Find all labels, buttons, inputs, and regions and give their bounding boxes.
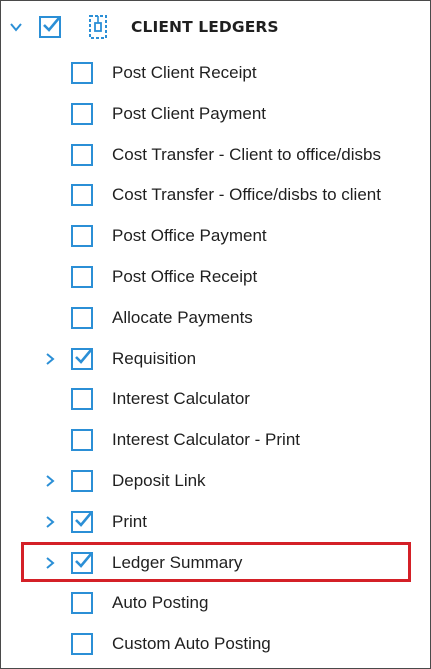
tree-item[interactable]: Cost Transfer - Client to office/disbs	[1, 135, 430, 175]
chevron-right-icon[interactable]	[43, 474, 57, 488]
tree-item-label: Cost Transfer - Client to office/disbs	[112, 144, 381, 164]
checkbox-unchecked[interactable]	[71, 633, 93, 656]
tree-item[interactable]: Print	[1, 502, 430, 542]
tree-item[interactable]: Auto Posting	[1, 583, 430, 623]
checkbox-unchecked[interactable]	[71, 225, 93, 248]
permissions-tree: CLIENT LEDGERS Post Client Receipt Post C…	[0, 0, 431, 669]
tree-item-label: Post Office Receipt	[112, 267, 258, 286]
tree-item-label: Allocate Payments	[112, 307, 253, 327]
tree-item[interactable]: Custom Auto Posting	[1, 624, 430, 664]
tree-item[interactable]: Post Client Payment	[1, 94, 430, 134]
checkbox-checked[interactable]	[71, 347, 93, 370]
tree-item-label: Deposit Link	[112, 471, 206, 490]
checkbox-unchecked[interactable]	[71, 429, 93, 452]
tree-item-label: Cost Transfer - Office/disbs to client	[112, 185, 381, 205]
tree-item-label: Interest Calculator - Print	[112, 430, 301, 450]
checkbox-unchecked[interactable]	[71, 62, 93, 84]
tree-item[interactable]: Post Office Payment	[1, 216, 430, 256]
tree-item[interactable]: Post Office Receipt	[1, 257, 430, 297]
module-icon	[87, 14, 109, 40]
chevron-right-icon[interactable]	[43, 515, 57, 529]
checkbox-checked[interactable]	[71, 551, 93, 574]
checkbox-unchecked[interactable]	[71, 306, 93, 329]
tree-root-client-ledgers[interactable]: CLIENT LEDGERS	[1, 7, 430, 47]
checkbox-unchecked[interactable]	[71, 470, 93, 492]
checkbox-unchecked[interactable]	[71, 102, 93, 125]
tree-item-label: Requisition	[112, 348, 197, 368]
tree-item[interactable]: Allocate Payments	[1, 298, 430, 338]
tree-root-label: CLIENT LEDGERS	[131, 18, 279, 36]
tree-item-label: Auto Posting	[112, 593, 209, 613]
tree-item[interactable]: Requisition	[1, 339, 430, 379]
tree-item-label: Post Client Payment	[112, 103, 267, 123]
checkbox-unchecked[interactable]	[71, 388, 93, 411]
checkbox-unchecked[interactable]	[71, 143, 93, 166]
tree-item-label: Ledger Summary	[112, 552, 243, 572]
tree-item-label: Interest Calculator	[112, 389, 250, 409]
checkbox-unchecked[interactable]	[71, 184, 93, 207]
tree-item-label: Post Client Receipt	[112, 63, 257, 82]
tree-item[interactable]: Deposit Link	[1, 461, 430, 501]
chevron-down-icon[interactable]	[9, 20, 23, 34]
checkbox-checked[interactable]	[71, 510, 93, 533]
tree-item-label: Post Office Payment	[112, 226, 267, 246]
chevron-right-icon[interactable]	[43, 556, 57, 570]
tree-item[interactable]: Post Client Receipt	[1, 53, 430, 93]
tree-root-checkbox[interactable]	[39, 16, 61, 38]
tree-item[interactable]: Ledger Summary	[1, 543, 430, 583]
tree-item[interactable]: Cost Transfer - Office/disbs to client	[1, 175, 430, 215]
chevron-right-icon[interactable]	[43, 352, 57, 366]
checkbox-unchecked[interactable]	[71, 266, 93, 288]
tree-item-label: Custom Auto Posting	[112, 634, 271, 654]
tree-item[interactable]: Interest Calculator	[1, 379, 430, 419]
tree-item[interactable]: Interest Calculator - Print	[1, 420, 430, 460]
tree-item-label: Print	[112, 511, 147, 531]
checkbox-unchecked[interactable]	[71, 592, 93, 615]
